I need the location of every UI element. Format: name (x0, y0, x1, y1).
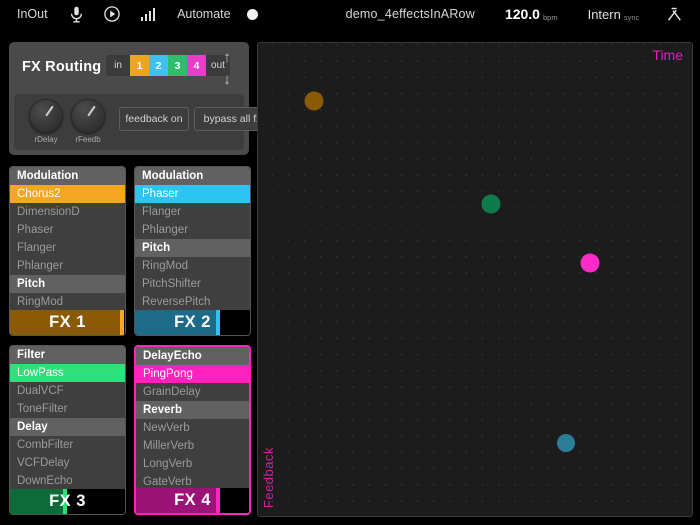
fx-list-item[interactable]: GrainDelay (136, 383, 249, 401)
fx-list-group-header: Filter (10, 346, 125, 364)
fx-effect-list: FilterLowPassDualVCFToneFilterDelayCombF… (10, 346, 125, 490)
fx-list-item[interactable]: CombFilter (10, 436, 125, 454)
record-dot-icon[interactable] (247, 0, 258, 28)
routing-arrows: ↑ ↓ (219, 49, 235, 88)
chain-cell-4[interactable]: 4 (187, 55, 206, 76)
fx-slot-label: FX 3 (10, 489, 125, 514)
fx-list-item[interactable]: NewVerb (136, 419, 249, 437)
rdelay-knob[interactable]: rDelay (24, 99, 68, 144)
fx-list-item[interactable]: LongVerb (136, 455, 249, 473)
fx-slot-label: FX 1 (10, 310, 125, 335)
fx-list-item[interactable]: Phlanger (135, 221, 250, 239)
routing-chain[interactable]: in1234out (106, 55, 230, 76)
fx-slot-slider[interactable]: FX 2 (135, 310, 250, 335)
fx-list-item[interactable]: ReversePitch (135, 293, 250, 311)
fx-slot-label: FX 2 (135, 310, 250, 335)
tools-icon[interactable] (667, 0, 682, 28)
fx-list-item-ghost[interactable]: Echo (174, 350, 202, 362)
fx-slot-3[interactable]: FilterLowPassDualVCFToneFilterDelayCombF… (9, 345, 126, 515)
fx-routing-controls: rDelay rFeedb feedback on bypass all fx (14, 94, 244, 150)
fx-list-item[interactable]: Chorus2 (10, 185, 125, 203)
arrow-down-icon[interactable]: ↓ (223, 71, 231, 88)
fx-list-group-header: Reverb (136, 401, 249, 419)
automate-label: Automate (177, 7, 231, 21)
fx-list-item[interactable]: DimensionD (10, 203, 125, 221)
fx-list-group-header: Modulation (10, 167, 125, 185)
fx-routing-header: FX Routing in1234out ↑ ↓ (9, 42, 249, 92)
chain-cell-2[interactable]: 2 (149, 55, 168, 76)
fx-list-item[interactable]: ToneFilter (10, 400, 125, 418)
chain-cell-3[interactable]: 3 (168, 55, 187, 76)
fx-list-item[interactable]: VCFDelay (10, 454, 125, 472)
automate-button[interactable]: Automate (177, 0, 231, 28)
fx-list-group-header: Pitch (135, 239, 250, 257)
fx-list-item[interactable]: RingMod (10, 293, 125, 311)
fx-routing-panel: FX Routing in1234out ↑ ↓ rDelay rFeedb f… (9, 42, 249, 155)
fx-list-group-header: Modulation (135, 167, 250, 185)
fx-effect-list: ModulationPhaserFlangerPhlangerPitchRing… (135, 167, 250, 311)
sync-mode-display[interactable]: Intern sync (588, 0, 640, 28)
fx-list-group-header: DelayEcho (136, 347, 249, 365)
fx-list-item[interactable]: Phlanger (10, 257, 125, 275)
play-circle-icon[interactable] (104, 0, 120, 28)
sync-value: Intern (588, 7, 621, 22)
inout-button[interactable]: InOut (17, 0, 48, 28)
rdelay-knob-dial[interactable] (29, 99, 63, 133)
fx-slot-4[interactable]: DelayEchoPingPongGrainDelayReverbNewVerb… (134, 345, 251, 515)
rdelay-knob-label: rDelay (24, 135, 68, 144)
fx1-node[interactable] (304, 91, 323, 110)
project-title[interactable]: demo_4effectsInARow (346, 0, 475, 28)
fx-slot-slider[interactable]: FX 4 (135, 488, 250, 513)
fx4-node[interactable] (557, 434, 575, 452)
fx-slot-label: FX 4 (135, 488, 250, 513)
inout-label: InOut (17, 7, 48, 21)
fx3-node[interactable] (581, 253, 600, 272)
fx-list-item[interactable]: LowPass (10, 364, 125, 382)
fx-list-item[interactable]: Flanger (135, 203, 250, 221)
fx-list-item[interactable]: Phaser (135, 185, 250, 203)
meter-bars (141, 8, 156, 21)
fx-list-group-header: Delay (10, 418, 125, 436)
fx-slot-slider[interactable]: FX 1 (10, 310, 125, 335)
top-toolbar: InOut Automate demo_4effectsInARow 120.0… (0, 0, 700, 28)
chain-cell-1[interactable]: 1 (130, 55, 149, 76)
record-indicator (247, 9, 258, 20)
fx-list-group-header: Pitch (10, 275, 125, 293)
bpm-unit: bpm (543, 13, 558, 22)
fx-list-item[interactable]: Flanger (10, 239, 125, 257)
rfeedb-knob-dial[interactable] (71, 99, 105, 133)
fx-effect-list: DelayEchoPingPongGrainDelayReverbNewVerb… (136, 347, 249, 491)
microphone-icon[interactable] (70, 0, 83, 28)
arrow-up-icon[interactable]: ↑ (223, 49, 231, 66)
fx-list-item[interactable]: DualVCF (10, 382, 125, 400)
feedback-on-button[interactable]: feedback on (119, 107, 189, 131)
fx-list-item[interactable]: Phaser (10, 221, 125, 239)
rfeedb-knob-label: rFeedb (66, 135, 110, 144)
fx-xy-canvas[interactable]: Time Feedback (257, 42, 693, 517)
project-title-label: demo_4effectsInARow (346, 7, 475, 21)
chain-cell-in[interactable]: in (106, 55, 130, 76)
fx-slot-2[interactable]: ModulationPhaserFlangerPhlangerPitchRing… (134, 166, 251, 336)
fx-slot-slider[interactable]: FX 3 (10, 489, 125, 514)
fx-list-item[interactable]: RingMod (135, 257, 250, 275)
fx2-node[interactable] (482, 195, 501, 214)
fx-list-item[interactable]: MillerVerb (136, 437, 249, 455)
sync-unit: sync (624, 13, 639, 22)
fx-list-item[interactable]: PingPong (136, 365, 249, 383)
axis-label-time: Time (652, 47, 683, 63)
axis-label-feedback: Feedback (261, 447, 276, 508)
signal-bars-icon[interactable] (141, 0, 156, 28)
fx-slot-1[interactable]: ModulationChorus2DimensionDPhaserFlanger… (9, 166, 126, 336)
fx-list-item[interactable]: DownEcho (10, 472, 125, 490)
fx-effect-list: ModulationChorus2DimensionDPhaserFlanger… (10, 167, 125, 311)
rfeedb-knob[interactable]: rFeedb (66, 99, 110, 144)
bpm-display[interactable]: 120.0 bpm (505, 0, 558, 28)
fx-list-item[interactable]: PitchShifter (135, 275, 250, 293)
fx-routing-title: FX Routing (22, 59, 101, 75)
bpm-value: 120.0 (505, 6, 540, 22)
